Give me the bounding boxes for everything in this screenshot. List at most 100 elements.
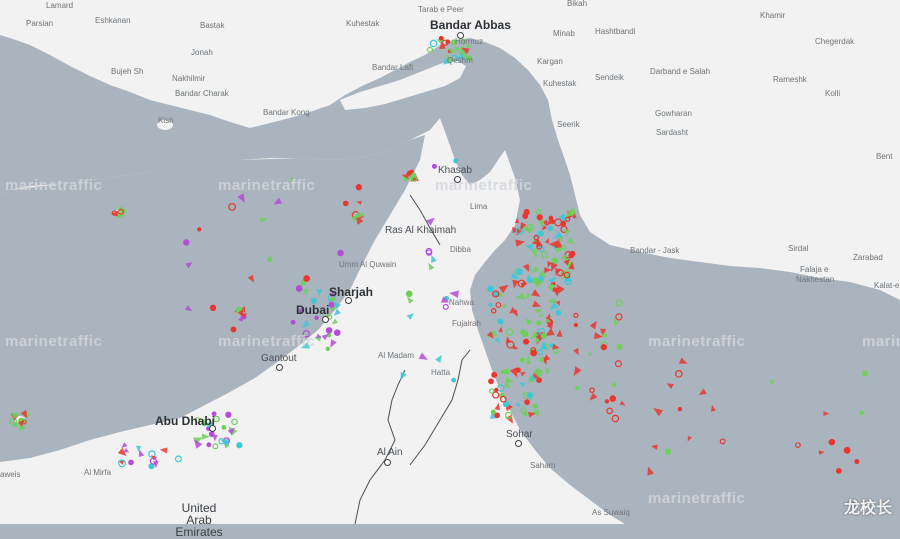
anchored-vessel-marker[interactable] (547, 226, 553, 232)
city-label: Bandar - Jask (630, 246, 680, 255)
city-label: Hashtbandi (595, 27, 636, 36)
city-label: Abu Dhabi (155, 414, 215, 428)
anchored-vessel-marker[interactable] (536, 320, 542, 326)
anchored-vessel-marker[interactable] (342, 200, 349, 207)
anchored-vessel-marker[interactable] (539, 357, 545, 363)
anchored-vessel-marker[interactable] (520, 329, 527, 336)
anchored-vessel-marker[interactable] (835, 468, 842, 474)
city-label: Kalat-e (874, 281, 900, 290)
anchored-vessel-marker[interactable] (267, 256, 273, 263)
anchored-vessel-marker[interactable] (500, 369, 506, 375)
anchored-vessel-marker[interactable] (405, 290, 413, 298)
city-label: Sardasht (656, 128, 689, 137)
anchored-vessel-marker[interactable] (453, 158, 459, 164)
city-label: Fujairah (452, 319, 481, 328)
city-label: Khasab (438, 165, 472, 176)
anchored-vessel-marker[interactable] (575, 385, 580, 391)
anchored-vessel-marker[interactable] (451, 377, 457, 383)
city-label: Bandar Laft (372, 63, 414, 72)
anchored-vessel-marker[interactable] (535, 338, 540, 343)
city-label: Sohar (506, 429, 533, 440)
anchored-vessel-marker[interactable] (236, 442, 243, 449)
city-label: Falaja e (800, 265, 829, 274)
anchored-vessel-marker[interactable] (536, 214, 543, 221)
anchored-vessel-marker[interactable] (555, 309, 562, 316)
anchored-vessel-marker[interactable] (225, 411, 232, 418)
city-label: Rameshk (773, 75, 807, 84)
city-label: Dubai (296, 303, 330, 317)
anchored-vessel-marker[interactable] (438, 35, 444, 41)
anchored-vessel-marker[interactable] (488, 378, 494, 385)
anchored-vessel-marker[interactable] (497, 318, 504, 325)
anchored-vessel-marker[interactable] (859, 410, 865, 416)
anchored-vessel-marker[interactable] (664, 448, 672, 455)
map-canvas[interactable] (0, 0, 900, 524)
anchored-vessel-marker[interactable] (494, 387, 499, 393)
anchored-vessel-marker[interactable] (488, 302, 493, 307)
anchored-vessel-marker[interactable] (337, 249, 344, 257)
anchored-vessel-marker[interactable] (527, 277, 533, 284)
anchored-vessel-marker[interactable] (333, 329, 341, 337)
city-label: Nakhilmir (172, 74, 206, 83)
city-label: Bandar Charak (175, 89, 229, 98)
anchored-vessel-marker[interactable] (600, 344, 607, 351)
anchored-vessel-marker[interactable] (431, 163, 438, 169)
anchored-vessel-marker[interactable] (295, 285, 303, 292)
city-marker (322, 316, 329, 323)
anchored-vessel-marker[interactable] (209, 304, 217, 312)
anchored-vessel-marker[interactable] (540, 332, 547, 339)
anchored-vessel-marker[interactable] (524, 399, 530, 405)
anchored-vessel-marker[interactable] (328, 301, 335, 308)
anchored-vessel-marker[interactable] (560, 220, 567, 227)
anchored-vessel-marker[interactable] (537, 230, 544, 237)
anchored-vessel-marker[interactable] (526, 360, 531, 365)
anchored-vessel-marker[interactable] (534, 368, 541, 376)
anchored-vessel-marker[interactable] (325, 346, 330, 351)
anchored-vessel-marker[interactable] (523, 338, 530, 345)
anchored-vessel-marker[interactable] (568, 252, 575, 259)
anchored-vessel-marker[interactable] (128, 459, 134, 466)
anchored-vessel-marker[interactable] (183, 239, 190, 246)
anchored-vessel-marker[interactable] (325, 327, 333, 334)
watermark: marinetraffic (862, 333, 900, 350)
city-label: Parsian (26, 19, 54, 28)
city-marker (454, 176, 461, 183)
anchored-vessel-marker[interactable] (221, 424, 227, 430)
anchored-vessel-marker[interactable] (230, 326, 237, 333)
anchored-vessel-marker[interactable] (303, 275, 311, 282)
city-label: Umm Al Quwain (339, 260, 397, 269)
city-label: Qeshm (447, 56, 473, 65)
anchored-vessel-marker[interactable] (516, 268, 523, 276)
anchored-vessel-marker[interactable] (828, 438, 836, 446)
city-label: Bandar Kong (263, 108, 310, 117)
city-label: Bikah (567, 0, 588, 8)
anchored-vessel-marker[interactable] (487, 285, 494, 293)
city-label: Nakhestan (796, 275, 835, 284)
anchored-vessel-marker[interactable] (290, 319, 296, 325)
anchored-vessel-marker[interactable] (519, 357, 525, 363)
anchored-vessel-marker[interactable] (677, 406, 683, 412)
anchored-vessel-marker[interactable] (355, 184, 362, 191)
anchored-vessel-marker[interactable] (491, 371, 498, 378)
anchored-vessel-marker[interactable] (609, 395, 617, 402)
anchored-vessel-marker[interactable] (206, 442, 212, 448)
anchored-vessel-marker[interactable] (490, 409, 496, 415)
city-label: Jonah (191, 48, 213, 57)
anchored-vessel-marker[interactable] (197, 227, 202, 232)
city-label: Minab (553, 29, 575, 38)
anchored-vessel-marker[interactable] (616, 343, 623, 350)
city-label: As Suwaiq (592, 508, 630, 517)
city-label: Kuhestak (543, 79, 577, 88)
city-label: Hormuz (455, 37, 484, 46)
anchored-vessel-marker[interactable] (854, 459, 860, 465)
city-label: Bent (876, 152, 893, 161)
anchored-vessel-marker[interactable] (843, 446, 851, 454)
city-marker (384, 459, 391, 466)
anchored-vessel-marker[interactable] (573, 322, 579, 328)
anchored-vessel-marker[interactable] (602, 333, 608, 338)
anchored-vessel-marker[interactable] (604, 399, 610, 404)
anchored-vessel-marker[interactable] (536, 377, 543, 384)
anchored-vessel-marker[interactable] (862, 370, 868, 377)
city-marker (276, 364, 283, 371)
city-label: Al Madam (378, 351, 415, 360)
